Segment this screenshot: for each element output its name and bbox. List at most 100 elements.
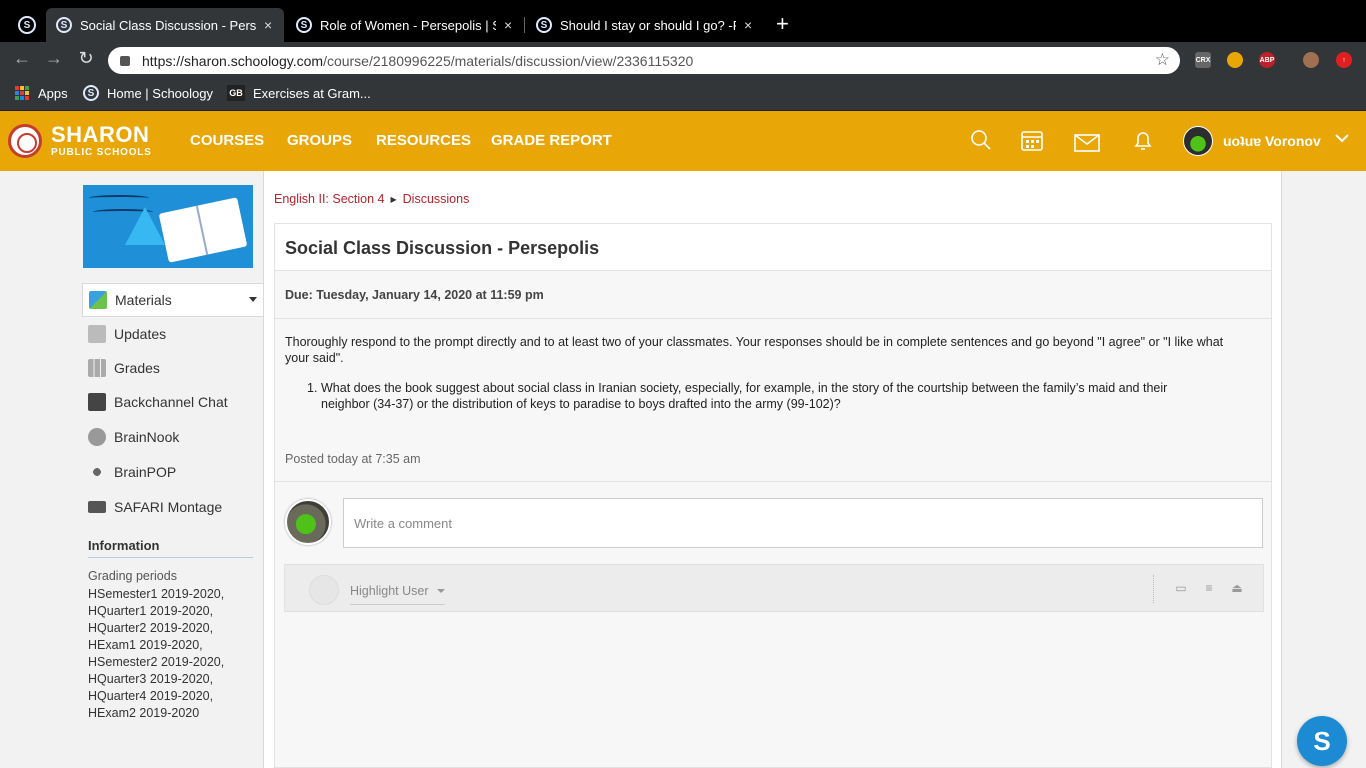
tab-title: Social Class Discussion - Perse (80, 17, 256, 33)
sharon-seal-logo-icon[interactable] (8, 124, 42, 158)
user-name[interactable]: uoʇuɐ Voronov (1223, 133, 1321, 149)
crx-extension-icon[interactable]: CRX (1195, 52, 1211, 68)
url-host: https://sharon.schoology.com (142, 52, 324, 69)
reload-icon[interactable]: ↻ (74, 48, 98, 69)
safari-montage-icon (88, 501, 106, 513)
nav-grade-report[interactable]: GRADE REPORT (491, 132, 612, 149)
breadcrumb-course-link[interactable]: English II: Section 4 (274, 192, 384, 206)
sidebar-item-materials[interactable]: Materials (82, 283, 263, 317)
logo-title[interactable]: SHARON (51, 124, 149, 146)
owl-extension-icon[interactable] (1227, 52, 1243, 68)
sidebar-item-label: BrainPOP (114, 464, 177, 480)
breadcrumb-discussions-link[interactable]: Discussions (403, 192, 470, 206)
grading-period: HSemester1 2019-2020, (88, 587, 225, 601)
bookmark-label: Exercises at Gram... (253, 85, 371, 101)
comment-area: Highlight User ▭ ≡ ⏏ (275, 482, 1271, 767)
close-tab-icon[interactable]: × (264, 17, 272, 33)
sidebar-item-brainnook[interactable]: BrainNook (82, 420, 263, 454)
grading-period: HQuarter1 2019-2020, (88, 604, 214, 618)
due-date: Due: Tuesday, January 14, 2020 at 11:59 … (285, 288, 544, 302)
highlight-user-dropdown[interactable]: Highlight User (350, 584, 445, 605)
url-path: /course/2180996225/materials/discussion/… (323, 52, 694, 69)
course-profile-image (83, 185, 253, 268)
sidebar-item-label: Grades (114, 360, 160, 376)
logo-subtitle[interactable]: PUBLIC SCHOOLS (51, 147, 152, 158)
question-number: 1. (307, 381, 318, 395)
sidebar-item-label: Materials (115, 292, 172, 308)
calendar-icon[interactable] (1021, 129, 1043, 157)
sidebar-item-label: Backchannel Chat (114, 394, 228, 410)
tab-social-class-discussion[interactable]: S Social Class Discussion - Perse × (46, 8, 284, 42)
apps-grid-icon (14, 85, 30, 101)
discussion-body: Thoroughly respond to the prompt directl… (275, 319, 1271, 482)
commenter-avatar (285, 499, 331, 545)
sidebar-item-label: Updates (114, 326, 167, 342)
bookmark-star-icon[interactable]: ☆ (1155, 50, 1170, 70)
new-tab-button[interactable]: + (776, 12, 789, 36)
sidebar-item-grades[interactable]: Grades (82, 351, 263, 385)
bookmark-home-schoology[interactable]: S Home | Schoology (83, 85, 213, 101)
tab-title: Role of Women - Persepolis | S (320, 17, 496, 33)
profile-avatar[interactable] (1303, 52, 1319, 68)
comment-input[interactable] (343, 498, 1263, 548)
forward-arrow-icon[interactable]: → (42, 48, 66, 69)
nav-groups[interactable]: GROUPS (287, 132, 352, 149)
book-illustration (158, 197, 248, 263)
sidebar-item-safari-montage[interactable]: SAFARI Montage (82, 490, 263, 524)
brainpop-icon (88, 463, 106, 481)
address-bar[interactable]: https://sharon.schoology.com/course/2180… (108, 47, 1180, 74)
due-date-bar: Due: Tuesday, January 14, 2020 at 11:59 … (275, 271, 1271, 319)
highlight-avatar-placeholder (309, 575, 339, 605)
sidebar-item-backchannel-chat[interactable]: Backchannel Chat (82, 385, 263, 419)
discussion-header: Social Class Discussion - Persepolis (275, 224, 1271, 271)
abp-extension-icon[interactable]: ABP (1259, 52, 1275, 68)
highlight-user-label: Highlight User (350, 584, 429, 598)
tab-should-i-stay[interactable]: S Should I stay or should I go? -F × (526, 8, 766, 42)
bookmark-exercises-grammar[interactable]: GB Exercises at Gram... (227, 85, 371, 101)
mail-icon[interactable] (1074, 132, 1100, 158)
collapse-all-icon[interactable]: ▭ (1175, 582, 1187, 594)
sidebar-item-brainpop[interactable]: BrainPOP (82, 455, 263, 489)
list-view-icon[interactable]: ≡ (1203, 582, 1215, 594)
grading-period: HExam2 2019-2020 (88, 706, 200, 720)
schoology-favicon-icon: S (56, 17, 72, 33)
search-icon[interactable] (970, 129, 992, 157)
grading-period: HQuarter4 2019-2020, (88, 689, 214, 703)
upload-extension-icon[interactable]: ↑ (1336, 52, 1352, 68)
schoology-help-button[interactable]: S (1297, 716, 1347, 766)
schoology-favicon-icon: S (536, 17, 552, 33)
grading-periods-label: Grading periods (88, 569, 177, 583)
browser-toolbar: ← → ↻ https://sharon.schoology.com/cours… (0, 42, 1366, 78)
wave-decoration (89, 195, 149, 201)
browser-tab-bar: S S Social Class Discussion - Perse × S … (0, 0, 1366, 42)
tab-separator (524, 17, 525, 33)
back-arrow-icon[interactable]: ← (10, 48, 34, 69)
updates-icon (88, 325, 106, 343)
nav-courses[interactable]: COURSES (190, 132, 264, 149)
eject-sort-icon[interactable]: ⏏ (1231, 582, 1243, 594)
grading-period: HSemester2 2019-2020, (88, 655, 225, 669)
highlight-user-bar: Highlight User ▭ ≡ ⏏ (284, 564, 1264, 612)
question-text: What does the book suggest about social … (321, 381, 1168, 411)
question-list-item: 1. What does the book suggest about soci… (307, 380, 1187, 412)
user-avatar[interactable] (1183, 126, 1213, 156)
bookmark-apps[interactable]: Apps (14, 85, 68, 101)
lock-icon (120, 55, 130, 66)
caret-down-icon[interactable] (249, 297, 257, 302)
schoology-favicon-icon: S (296, 17, 312, 33)
breadcrumb-arrow-icon: ▶ (390, 194, 397, 204)
caret-down-icon (436, 589, 445, 593)
gb-favicon-icon: GB (227, 85, 245, 101)
close-tab-icon[interactable]: × (744, 17, 752, 33)
nav-resources[interactable]: RESOURCES (376, 132, 471, 149)
chat-icon (88, 393, 106, 411)
sidebar-item-updates[interactable]: Updates (82, 317, 263, 351)
notification-bell-icon[interactable] (1132, 130, 1154, 158)
pinned-tab-schoology-icon[interactable]: S (18, 16, 36, 34)
tab-title: Should I stay or should I go? -F (560, 17, 736, 33)
materials-icon (89, 291, 107, 309)
grading-period: HExam1 2019-2020, (88, 638, 203, 652)
tab-role-of-women[interactable]: S Role of Women - Persepolis | S × (286, 8, 524, 42)
close-tab-icon[interactable]: × (504, 17, 512, 33)
chevron-down-icon[interactable] (1334, 131, 1350, 149)
